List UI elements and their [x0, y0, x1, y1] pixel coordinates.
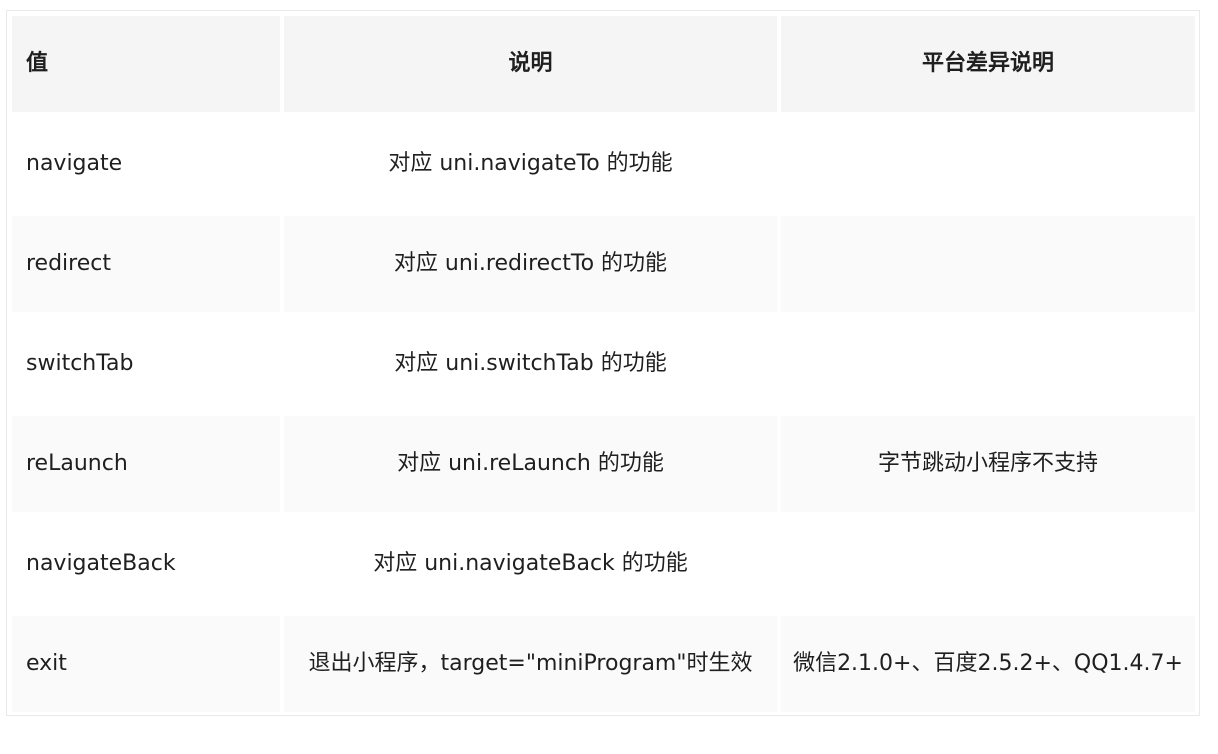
- cell-value: navigateBack: [12, 516, 280, 612]
- cell-platform: [781, 316, 1195, 412]
- cell-platform: [781, 116, 1195, 212]
- cell-description: 对应 uni.navigateTo 的功能: [284, 116, 777, 212]
- table-row: navigate 对应 uni.navigateTo 的功能: [12, 116, 1195, 212]
- table-row: navigateBack 对应 uni.navigateBack 的功能: [12, 516, 1195, 612]
- cell-platform: [781, 216, 1195, 312]
- cell-platform: 字节跳动小程序不支持: [781, 416, 1195, 512]
- cell-value: navigate: [12, 116, 280, 212]
- open-type-options-table: 值 说明 平台差异说明 navigate 对应 uni.navigateTo 的…: [8, 12, 1199, 716]
- cell-platform: 微信2.1.0+、百度2.5.2+、QQ1.4.7+: [781, 616, 1195, 712]
- cell-description: 对应 uni.navigateBack 的功能: [284, 516, 777, 612]
- column-header-description: 说明: [284, 16, 777, 112]
- column-header-value: 值: [12, 16, 280, 112]
- cell-value: redirect: [12, 216, 280, 312]
- cell-value: exit: [12, 616, 280, 712]
- cell-description: 对应 uni.redirectTo 的功能: [284, 216, 777, 312]
- column-header-platform-differences: 平台差异说明: [781, 16, 1195, 112]
- cell-value: switchTab: [12, 316, 280, 412]
- table-header-row: 值 说明 平台差异说明: [12, 16, 1195, 112]
- cell-description: 退出小程序，target="miniProgram"时生效: [284, 616, 777, 712]
- cell-platform: [781, 516, 1195, 612]
- table-row: redirect 对应 uni.redirectTo 的功能: [12, 216, 1195, 312]
- table-row: switchTab 对应 uni.switchTab 的功能: [12, 316, 1195, 412]
- cell-value: reLaunch: [12, 416, 280, 512]
- table-row: reLaunch 对应 uni.reLaunch 的功能 字节跳动小程序不支持: [12, 416, 1195, 512]
- cell-description: 对应 uni.reLaunch 的功能: [284, 416, 777, 512]
- options-table-container: 值 说明 平台差异说明 navigate 对应 uni.navigateTo 的…: [6, 10, 1200, 716]
- cell-description: 对应 uni.switchTab 的功能: [284, 316, 777, 412]
- table-row: exit 退出小程序，target="miniProgram"时生效 微信2.1…: [12, 616, 1195, 712]
